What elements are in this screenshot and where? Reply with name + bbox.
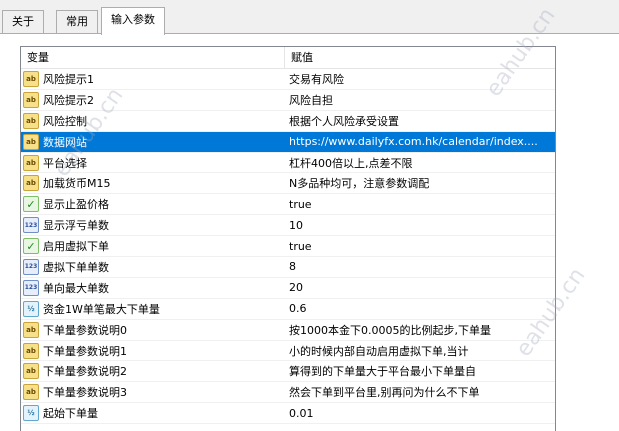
variable-name: 单向最大单数 [43, 281, 109, 295]
value-cell[interactable]: 按1000本金下0.0005的比例起步,下单量 [285, 322, 555, 338]
table-row[interactable]: ab 风险提示1 交易有风险 [21, 69, 555, 90]
tab-about[interactable]: 关于 [2, 10, 44, 34]
value-cell[interactable]: true [285, 240, 555, 253]
table-row[interactable]: ½ 资金1W单笔最大下单量 0.6 [21, 299, 555, 320]
bool-type-icon: ✓ [23, 196, 39, 213]
value-cell[interactable]: 0.01 [285, 407, 555, 420]
variable-name: 启用虚拟下单 [43, 240, 109, 254]
tab-common[interactable]: 常用 [56, 10, 98, 34]
integer-type-icon: 123 [23, 217, 39, 234]
variable-cell[interactable]: ✓ 显示止盈价格 [21, 194, 285, 214]
variable-name: 风险提示2 [43, 93, 94, 107]
variable-name: 虚拟下单单数 [43, 260, 109, 274]
value-cell[interactable]: 然会下单到平台里,别再问为什么不下单 [285, 384, 555, 400]
table-row[interactable]: ½ 起始下单量 0.01 [21, 403, 555, 425]
string-type-icon: ab [23, 112, 39, 129]
value-cell[interactable]: 根据个人风险承受设置 [285, 113, 555, 129]
value-cell[interactable]: 10 [285, 219, 555, 232]
value-cell[interactable]: 8 [285, 260, 555, 273]
variable-cell[interactable]: ab 风险提示1 [21, 69, 285, 89]
variable-cell[interactable]: ab 风险提示2 [21, 90, 285, 110]
table-row[interactable]: ab 下单量参数说明0 按1000本金下0.0005的比例起步,下单量 [21, 320, 555, 341]
variable-cell[interactable]: ½ 起始下单量 [21, 403, 285, 423]
integer-type-icon: 123 [23, 258, 39, 275]
table-row[interactable]: ab 风险控制 根据个人风险承受设置 [21, 111, 555, 132]
string-type-icon: ab [23, 154, 39, 171]
value-cell[interactable]: N多品种均可，注意参数调配 [285, 175, 555, 191]
string-type-icon: ab [23, 70, 39, 87]
variable-name: 风险控制 [43, 114, 87, 128]
value-cell[interactable]: 杠杆400倍以上,点差不限 [285, 155, 555, 171]
variable-name: 起始下单量 [43, 407, 98, 421]
string-type-icon: ab [23, 321, 39, 338]
string-type-icon: ab [23, 384, 39, 401]
column-header-variable[interactable]: 变量 [21, 47, 285, 68]
variable-cell[interactable]: ½ 资金1W单笔最大下单量 [21, 299, 285, 319]
table-row[interactable]: ✓ 显示止盈价格 true [21, 194, 555, 216]
variable-cell[interactable]: ab 平台选择 [21, 153, 285, 173]
variable-cell[interactable]: 123 显示浮亏单数 [21, 215, 285, 235]
table-row[interactable]: ab 加载货币M15 N多品种均可，注意参数调配 [21, 173, 555, 195]
variable-name: 资金1W单笔最大下单量 [43, 302, 160, 316]
table-row[interactable]: 123 显示浮亏单数 10 [21, 215, 555, 237]
string-type-icon: ab [23, 91, 39, 108]
variable-name: 平台选择 [43, 156, 87, 170]
string-type-icon: ab [23, 175, 39, 192]
double-type-icon: ½ [23, 405, 39, 422]
value-cell[interactable]: 交易有风险 [285, 71, 555, 87]
variable-cell[interactable]: ab 加载货币M15 [21, 173, 285, 193]
value-cell[interactable]: 20 [285, 281, 555, 294]
variable-cell[interactable]: ab 风险控制 [21, 111, 285, 131]
variable-cell[interactable]: 123 虚拟下单单数 [21, 257, 285, 277]
value-cell[interactable]: 算得到的下单量大于平台最小下单量自 [285, 363, 555, 379]
variable-name: 下单量参数说明2 [43, 365, 127, 379]
bool-type-icon: ✓ [23, 238, 39, 255]
value-cell[interactable]: https://www.dailyfx.com.hk/calendar/inde… [285, 135, 555, 148]
variable-name: 显示止盈价格 [43, 198, 109, 212]
value-cell[interactable]: 风险自担 [285, 92, 555, 108]
table-row[interactable]: ab 下单量参数说明3 然会下单到平台里,别再问为什么不下单 [21, 382, 555, 404]
table-row[interactable]: ab 下单量参数说明1 小的时候内部自动启用虚拟下单,当计 [21, 341, 555, 362]
variable-cell[interactable]: ab 下单量参数说明0 [21, 320, 285, 340]
variable-name: 风险提示1 [43, 72, 94, 86]
value-cell[interactable]: 0.6 [285, 302, 555, 315]
table-row[interactable]: ab 风险提示2 风险自担 [21, 90, 555, 111]
variable-name: 下单量参数说明1 [43, 344, 127, 358]
table-row[interactable]: ab 平台选择 杠杆400倍以上,点差不限 [21, 153, 555, 174]
variable-name: 加载货币M15 [43, 177, 111, 191]
variable-cell[interactable]: ab 数据网站 [21, 132, 285, 152]
variable-cell[interactable]: 123 单向最大单数 [21, 278, 285, 298]
table-row[interactable]: 123 单向最大单数 20 [21, 278, 555, 299]
variable-cell[interactable]: ab 下单量参数说明1 [21, 341, 285, 361]
string-type-icon: ab [23, 133, 39, 150]
variable-name: 下单量参数说明3 [43, 386, 127, 400]
value-cell[interactable]: 小的时候内部自动启用虚拟下单,当计 [285, 343, 555, 359]
variable-name: 显示浮亏单数 [43, 219, 109, 233]
grid-header: 变量 赋值 [21, 47, 555, 69]
grid-rows: ab 风险提示1 交易有风险 ab 风险提示2 风险自担 ab 风险控制 根据个人风险承受设置 a… [21, 69, 555, 425]
string-type-icon: ab [23, 363, 39, 380]
variable-name: 数据网站 [43, 135, 87, 149]
tab-bar: 关于 常用 输入参数 [0, 0, 619, 35]
table-row[interactable]: ✓ 启用虚拟下单 true [21, 236, 555, 258]
variable-name: 下单量参数说明0 [43, 323, 127, 337]
column-header-value[interactable]: 赋值 [285, 47, 555, 68]
double-type-icon: ½ [23, 300, 39, 317]
value-cell[interactable]: true [285, 198, 555, 211]
tab-inputs[interactable]: 输入参数 [101, 7, 165, 35]
variable-cell[interactable]: ✓ 启用虚拟下单 [21, 236, 285, 256]
variable-cell[interactable]: ab 下单量参数说明2 [21, 361, 285, 381]
integer-type-icon: 123 [23, 279, 39, 296]
parameters-grid[interactable]: 变量 赋值 ab 风险提示1 交易有风险 ab 风险提示2 风险自担 ab 风险控制 根据个人风… [20, 46, 556, 431]
string-type-icon: ab [23, 342, 39, 359]
variable-cell[interactable]: ab 下单量参数说明3 [21, 382, 285, 402]
table-row[interactable]: 123 虚拟下单单数 8 [21, 257, 555, 278]
table-row[interactable]: ab 下单量参数说明2 算得到的下单量大于平台最小下单量自 [21, 361, 555, 383]
table-row[interactable]: ab 数据网站 https://www.dailyfx.com.hk/calenda… [21, 131, 555, 153]
